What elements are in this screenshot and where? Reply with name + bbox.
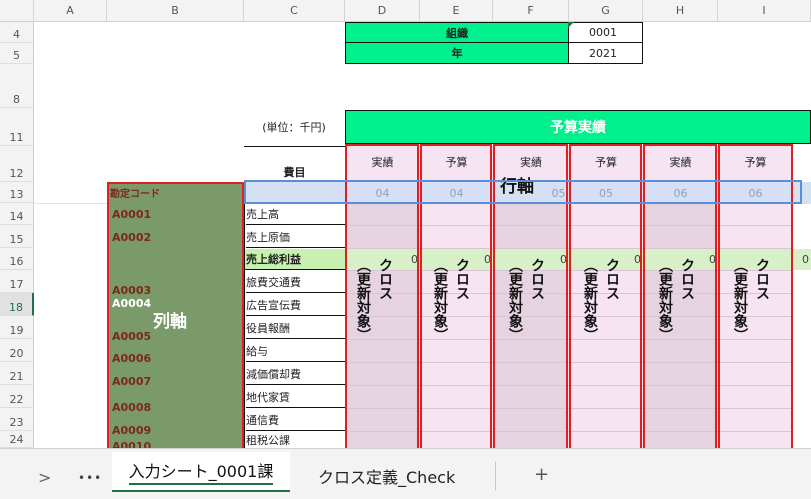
row-header-14[interactable]: 14	[0, 203, 34, 225]
expense-name[interactable]: 通信費	[246, 409, 345, 431]
select-all-corner[interactable]	[0, 0, 34, 22]
row-header-17[interactable]: 17	[0, 270, 34, 293]
expense-name[interactable]: 減価償却費	[246, 363, 345, 385]
row-header-13[interactable]: 13	[0, 182, 34, 203]
tab-label: クロス定義_Check	[318, 468, 456, 487]
column-header-g[interactable]: G	[569, 0, 643, 22]
column-header-b[interactable]: B	[107, 0, 244, 22]
column-axis-outline	[107, 182, 244, 460]
column-header-h[interactable]: H	[643, 0, 718, 22]
row-header-20[interactable]: 20	[0, 339, 34, 362]
column-header-c[interactable]: C	[244, 0, 345, 22]
expense-header[interactable]: 費目	[244, 146, 345, 182]
row-header-18[interactable]: 18	[0, 293, 34, 316]
expense-name[interactable]: 地代家賃	[246, 386, 345, 408]
org-label-cell[interactable]: 組織	[345, 22, 569, 43]
column-header-a[interactable]: A	[34, 0, 107, 22]
row-header-5[interactable]: 5	[0, 43, 34, 64]
expense-name[interactable]: 租税公課	[246, 432, 345, 448]
row-header-4[interactable]: 4	[0, 22, 34, 43]
comment-marker	[568, 22, 574, 28]
row-axis-outline	[244, 180, 802, 204]
unit-label[interactable]: (単位：千円)	[244, 116, 344, 138]
column-header-e[interactable]: E	[420, 0, 493, 22]
column-header-d[interactable]: D	[345, 0, 420, 22]
column-header-f[interactable]: F	[493, 0, 569, 22]
add-sheet-icon[interactable]: +	[534, 464, 549, 485]
expense-name[interactable]: 広告宣伝費	[246, 294, 345, 316]
row-header-12[interactable]: 12	[0, 146, 34, 182]
year-label-cell[interactable]: 年	[345, 42, 569, 64]
row-header-19[interactable]: 19	[0, 316, 34, 339]
tab-active-label: 入力シート_0001課	[128, 458, 274, 485]
tab-active-sheet[interactable]: 入力シート_0001課	[112, 452, 290, 492]
expense-name-gross-profit[interactable]: 売上総利益	[245, 249, 345, 270]
budget-actual-header[interactable]: 予算実績	[345, 110, 811, 144]
expense-name[interactable]: 売上原価	[246, 226, 345, 248]
column-header-i[interactable]: I	[718, 0, 811, 22]
tab-scroll-next-icon[interactable]: >	[38, 468, 51, 487]
year-value-cell[interactable]: 2021	[569, 42, 643, 64]
row-header-21[interactable]: 21	[0, 362, 34, 385]
tab-cross-definition[interactable]: クロス定義_Check	[306, 462, 496, 490]
row-header-8[interactable]: 8	[0, 64, 34, 108]
row-header-15[interactable]: 15	[0, 225, 34, 248]
expense-name[interactable]: 役員報酬	[246, 317, 345, 339]
row-header-11[interactable]: 11	[0, 108, 34, 146]
row-header-22[interactable]: 22	[0, 385, 34, 408]
org-value-cell[interactable]: 0001	[569, 22, 643, 43]
tab-more-icon[interactable]: •••	[78, 471, 102, 485]
row-header-24[interactable]: 24	[0, 431, 34, 448]
row-header-16[interactable]: 16	[0, 248, 34, 270]
expense-name[interactable]: 給与	[246, 340, 345, 362]
expense-name[interactable]: 旅費交通費	[246, 271, 345, 293]
expense-name[interactable]: 売上高	[246, 204, 345, 225]
row-header-23[interactable]: 23	[0, 408, 34, 431]
